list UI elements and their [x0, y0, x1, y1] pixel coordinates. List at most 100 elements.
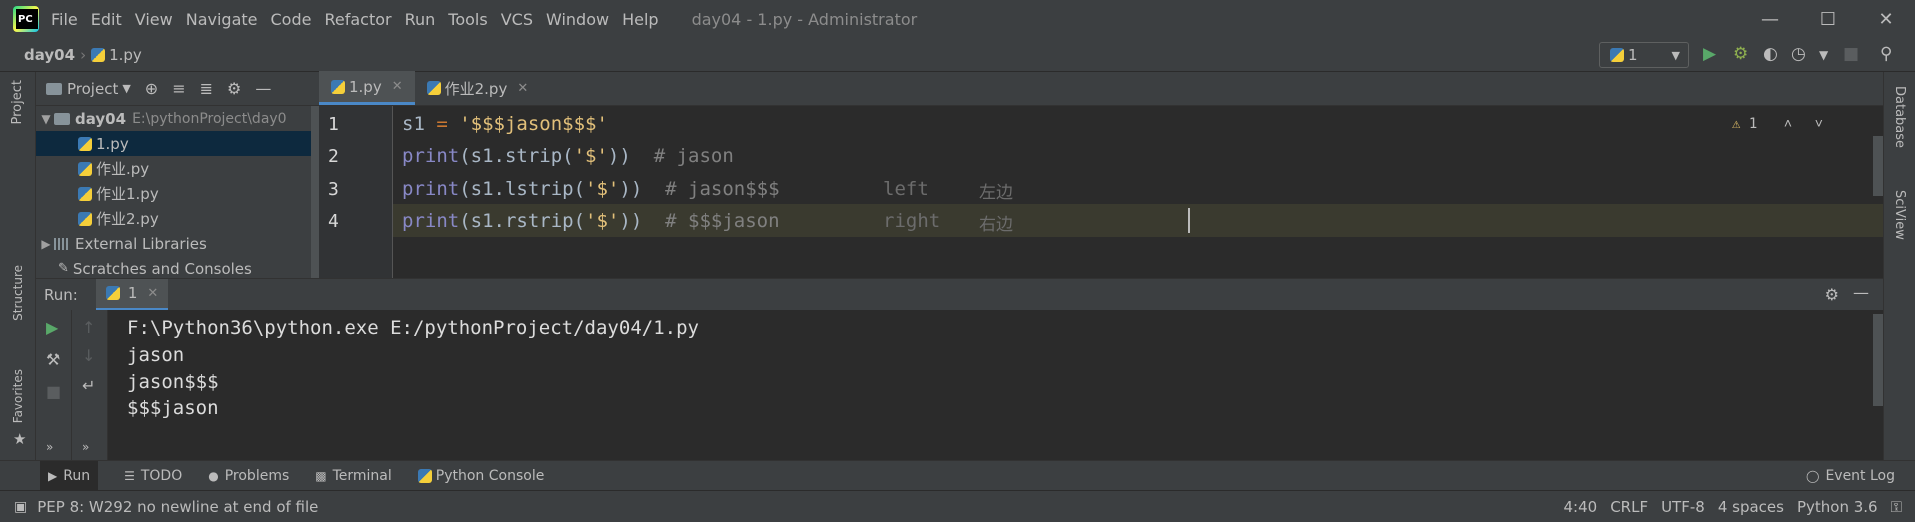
more-icon[interactable]: » — [46, 440, 53, 454]
python-file-icon — [78, 211, 92, 226]
tree-item-zuoye2[interactable]: 作业2.py — [36, 206, 319, 231]
menu-navigate[interactable]: Navigate — [186, 10, 258, 29]
line-separator[interactable]: CRLF — [1610, 498, 1648, 516]
maximize-button[interactable]: ☐ — [1799, 0, 1857, 38]
run-console[interactable]: F:\Python36\python.exe E:/pythonProject/… — [108, 310, 1883, 460]
python-file-icon — [78, 161, 92, 176]
warning-count: 1 — [1748, 116, 1758, 132]
tree-external-libraries[interactable]: ▶ External Libraries — [36, 231, 319, 256]
menu-file[interactable]: File — [51, 10, 78, 29]
tool-tab-python-console[interactable]: Python Console — [417, 461, 544, 491]
arrow-up-icon[interactable]: ↑ — [82, 318, 95, 337]
search-everywhere-icon[interactable]: ⚲ — [1880, 44, 1892, 64]
breadcrumb-file[interactable]: 1.py — [91, 46, 142, 64]
run-icon[interactable]: ▶ — [1703, 44, 1716, 64]
locate-file-icon[interactable]: ⊕ — [145, 79, 158, 98]
more-icon[interactable]: » — [82, 440, 89, 454]
menu-run[interactable]: Run — [405, 10, 436, 29]
tree-item-zuoye[interactable]: 作业.py — [36, 156, 319, 181]
tool-tab-problems[interactable]: ● Problems — [208, 461, 289, 491]
stop-icon[interactable]: ■ — [46, 382, 61, 401]
status-message[interactable]: PEP 8: W292 no newline at end of file — [37, 498, 318, 516]
database-tool-tab[interactable]: Database — [1892, 86, 1907, 148]
tab-zuoye2[interactable]: 作业2.py ✕ — [415, 71, 541, 105]
tree-item-zuoye1[interactable]: 作业1.py — [36, 181, 319, 206]
tree-item-1py[interactable]: 1.py — [36, 131, 319, 156]
menu-code[interactable]: Code — [271, 10, 312, 29]
more-run-options-icon[interactable]: ▼ — [1819, 48, 1828, 62]
project-view-select[interactable]: Project — [67, 80, 118, 98]
coverage-icon[interactable]: ◐ — [1763, 44, 1778, 64]
code-editor[interactable]: 1 2 3 4 s1 = '$$$jason$$$' print(s1.stri… — [319, 106, 1883, 278]
text-caret — [1188, 208, 1190, 233]
chevron-down-icon[interactable]: ▼ — [122, 82, 130, 95]
tree-root-day04[interactable]: ▼ day04 E:\pythonProject\day0 — [36, 106, 319, 131]
project-scrollbar[interactable] — [311, 106, 319, 278]
wrench-icon[interactable]: ⚒ — [46, 350, 60, 369]
editor-tabs: 1.py ✕ 作业2.py ✕ — [319, 71, 1883, 106]
expand-all-icon[interactable]: ≡ — [172, 79, 185, 98]
arrow-down-icon[interactable]: ↓ — [82, 346, 95, 365]
favorites-tool-tab[interactable]: Favorites — [11, 369, 25, 423]
breadcrumb-project[interactable]: day04 — [24, 46, 75, 64]
rerun-icon[interactable]: ▶ — [46, 318, 58, 337]
indent-setting[interactable]: 4 spaces — [1718, 498, 1784, 516]
menu-refactor[interactable]: Refactor — [324, 10, 391, 29]
inspection-widget[interactable]: ⚠ 1 ˄ ˅ — [1732, 116, 1823, 133]
tab-1py[interactable]: 1.py ✕ — [319, 71, 415, 105]
lock-icon[interactable]: ⚿ — [1891, 498, 1902, 516]
tool-tab-terminal[interactable]: ▩ Terminal — [315, 461, 392, 491]
minimize-button[interactable]: — — [1741, 0, 1799, 38]
menu-help[interactable]: Help — [622, 10, 658, 29]
console-line: jason$$$ — [127, 371, 219, 393]
menu-view[interactable]: View — [135, 10, 173, 29]
console-scrollbar[interactable] — [1873, 314, 1883, 406]
toggle-tool-windows-icon[interactable]: ▣ — [14, 499, 27, 515]
menu-tools[interactable]: Tools — [448, 10, 487, 29]
navigation-bar: day04 › 1.py 1 ▼ — [0, 38, 1915, 72]
menu-vcs[interactable]: VCS — [501, 10, 533, 29]
code-token: s1 — [402, 113, 437, 135]
tool-tab-run[interactable]: ▶ Run — [40, 460, 99, 491]
collapse-all-icon[interactable]: ≣ — [200, 79, 213, 98]
stop-icon[interactable]: ■ — [1843, 44, 1859, 64]
hide-panel-icon[interactable]: — — [255, 79, 271, 98]
chevron-down-icon[interactable]: ˅ — [1815, 116, 1823, 132]
code-token: (s1.strip( — [459, 145, 574, 167]
profile-icon[interactable]: ◷ — [1791, 44, 1806, 64]
gear-icon[interactable]: ⚙ — [1825, 285, 1839, 304]
chevron-up-icon[interactable]: ˄ — [1784, 116, 1792, 132]
structure-tool-tab[interactable]: Structure — [11, 265, 25, 321]
code-line-1: s1 = '$$$jason$$$' — [402, 113, 608, 135]
editor-scrollbar[interactable] — [1873, 136, 1883, 196]
caret-position[interactable]: 4:40 — [1564, 498, 1598, 516]
python-interpreter[interactable]: Python 3.6 — [1797, 498, 1878, 516]
chevron-down-icon[interactable]: ▼ — [38, 112, 54, 126]
menu-window[interactable]: Window — [546, 10, 609, 29]
tool-tab-todo[interactable]: ☰ TODO — [124, 461, 182, 491]
python-file-icon — [78, 136, 92, 151]
project-tool-tab[interactable]: Project — [10, 80, 25, 124]
file-encoding[interactable]: UTF-8 — [1661, 498, 1705, 516]
debug-icon[interactable]: ⚙ — [1733, 44, 1748, 64]
tool-tab-event-log[interactable]: ◯ Event Log — [1806, 461, 1895, 491]
menu-edit[interactable]: Edit — [91, 10, 122, 29]
close-icon[interactable]: ✕ — [392, 79, 403, 94]
close-window-button[interactable]: ✕ — [1857, 0, 1915, 38]
library-icon — [54, 237, 70, 250]
run-panel-header: Run: 1 ✕ ⚙ — — [36, 278, 1883, 311]
run-config-select[interactable]: 1 ▼ — [1599, 42, 1689, 68]
chevron-down-icon: ▼ — [1671, 48, 1680, 62]
hide-panel-icon[interactable]: — — [1853, 283, 1869, 302]
chevron-right-icon[interactable]: ▶ — [38, 237, 54, 251]
gear-icon[interactable]: ⚙ — [227, 79, 241, 98]
pycharm-logo-icon — [13, 6, 39, 32]
sciview-tool-tab[interactable]: SciView — [1892, 190, 1907, 240]
soft-wrap-icon[interactable]: ↵ — [82, 376, 95, 395]
project-panel: Project ▼ ⊕ ≡ ≣ ⚙ — ▼ day04 E:\pythonPro… — [36, 72, 319, 278]
close-icon[interactable]: ✕ — [147, 286, 158, 301]
python-file-icon — [331, 79, 345, 94]
run-tab-1[interactable]: 1 ✕ — [95, 278, 169, 311]
folder-icon — [54, 112, 70, 125]
close-icon[interactable]: ✕ — [517, 81, 528, 96]
